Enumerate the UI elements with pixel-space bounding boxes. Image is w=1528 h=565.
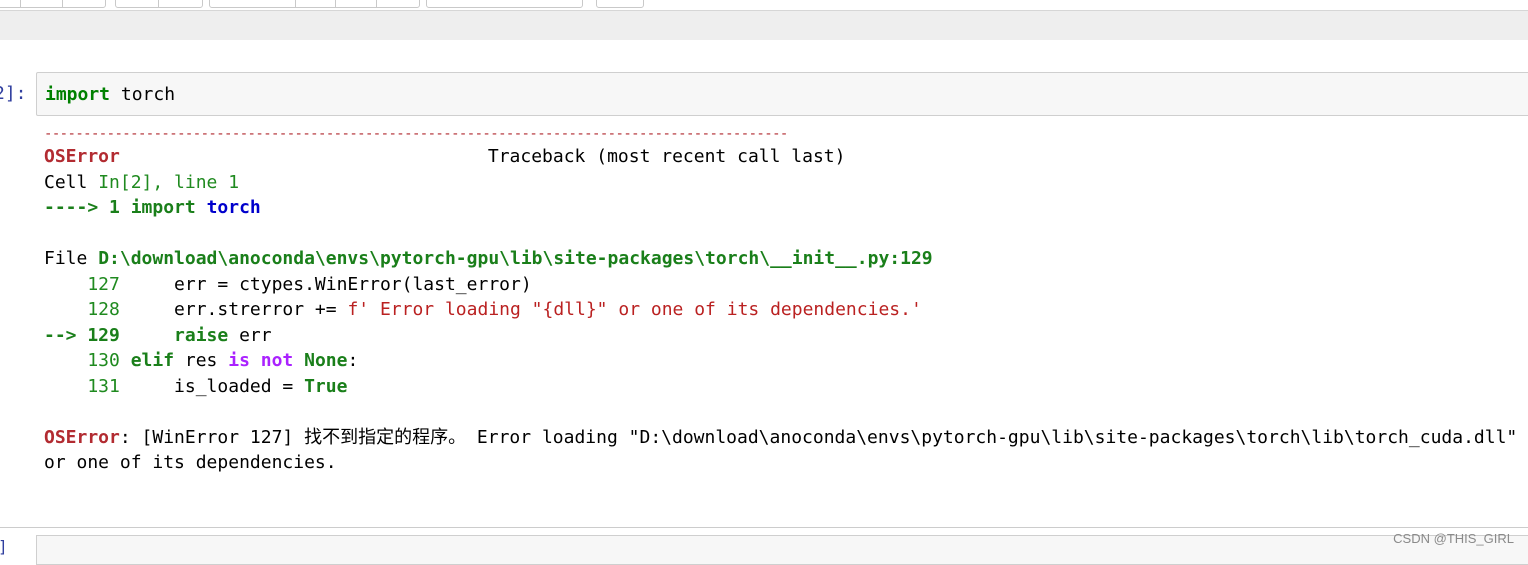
cell-ref: In[2], line 1 xyxy=(98,171,240,193)
toolbar-button-group-4[interactable] xyxy=(596,0,644,8)
cell-divider xyxy=(0,527,1528,528)
line-code: err = ctypes.WinError(last_error) xyxy=(119,273,532,295)
elif-keyword: elif xyxy=(119,350,175,371)
next-code-cell-input[interactable] xyxy=(36,535,1528,565)
line-number: 131 xyxy=(44,375,120,397)
input-code-line: import torch xyxy=(45,84,175,105)
code-line-129: --> 129 raise err xyxy=(44,323,1517,349)
final-error-line: OSError: [WinError 127] 找不到指定的程序。 Error … xyxy=(44,425,1517,451)
import-kw: import xyxy=(130,197,196,218)
true-keyword: True xyxy=(304,375,348,397)
file-word: File xyxy=(44,248,99,269)
import-keyword: import xyxy=(45,84,111,105)
final-error-message: : [WinError 127] 找不到指定的程序。 Error loading… xyxy=(119,426,1518,448)
arrow-line-1: ----> 1 import torch xyxy=(44,195,1517,221)
raise-keyword: raise xyxy=(119,324,229,346)
cell-output: ----------------------------------------… xyxy=(44,124,1517,476)
code-line-130: 130 elif res is not None: xyxy=(44,348,1517,374)
toolbar-button-group-1[interactable] xyxy=(0,0,106,8)
line-number: 130 xyxy=(44,350,120,371)
toolbar-button-group-3[interactable] xyxy=(209,0,420,8)
code-line-127: 127 err = ctypes.WinError(last_error) xyxy=(44,272,1517,298)
notebook-toolbar xyxy=(0,0,1528,10)
code-line-128: 128 err.strerror += f' Error loading "{d… xyxy=(44,297,1517,323)
line-code: is_loaded = xyxy=(119,375,305,397)
current-line-arrow: --> 129 xyxy=(44,324,120,346)
error-name: OSError xyxy=(44,146,120,167)
cell-reference-line: Cell In[2], line 1 xyxy=(44,170,1517,196)
toolbar-separator xyxy=(158,0,159,8)
line-number: 127 xyxy=(44,273,120,295)
next-cell-prompt: ] xyxy=(0,537,8,556)
line-code: err xyxy=(228,324,272,346)
cell-prompt: 2]: xyxy=(0,83,27,104)
toolbar-separator xyxy=(20,0,21,8)
watermark: CSDN @THIS_GIRL xyxy=(1393,531,1514,546)
toolbar-separator xyxy=(335,0,336,8)
file-path: D:\download\anoconda\envs\pytorch-gpu\li… xyxy=(98,248,933,269)
code-line-131: 131 is_loaded = True xyxy=(44,374,1517,400)
f-string: f' Error loading "{dll}" or one of its d… xyxy=(347,299,922,320)
arrow-marker: ----> 1 xyxy=(44,197,131,218)
line-code: err.strerror += xyxy=(119,299,348,320)
traceback-divider: ----------------------------------------… xyxy=(44,126,788,142)
torch-module: torch xyxy=(195,197,261,218)
not-keyword: not xyxy=(249,350,294,371)
none-keyword: None xyxy=(293,350,348,371)
file-line: File D:\download\anoconda\envs\pytorch-g… xyxy=(44,246,1517,272)
traceback-header-line: OSError Traceback (most recent call last) xyxy=(44,144,1517,170)
res-var: res xyxy=(174,350,229,371)
toolbar-separator xyxy=(295,0,296,8)
final-error-line-2: or one of its dependencies. xyxy=(44,452,337,473)
final-error-name: OSError xyxy=(44,426,120,448)
traceback-header: Traceback (most recent call last) xyxy=(487,146,846,167)
cell-word: Cell xyxy=(44,171,99,193)
code-cell-input[interactable]: import torch xyxy=(36,72,1528,116)
cell-type-select[interactable] xyxy=(426,0,583,8)
module-name: torch xyxy=(110,84,176,105)
toolbar-button-group-2[interactable] xyxy=(115,0,203,8)
line-number: 128 xyxy=(44,299,120,320)
colon: : xyxy=(347,350,359,371)
toolbar-separator xyxy=(376,0,377,8)
is-keyword: is xyxy=(228,350,250,371)
notebook-header-band xyxy=(0,10,1528,41)
toolbar-separator xyxy=(62,0,63,8)
